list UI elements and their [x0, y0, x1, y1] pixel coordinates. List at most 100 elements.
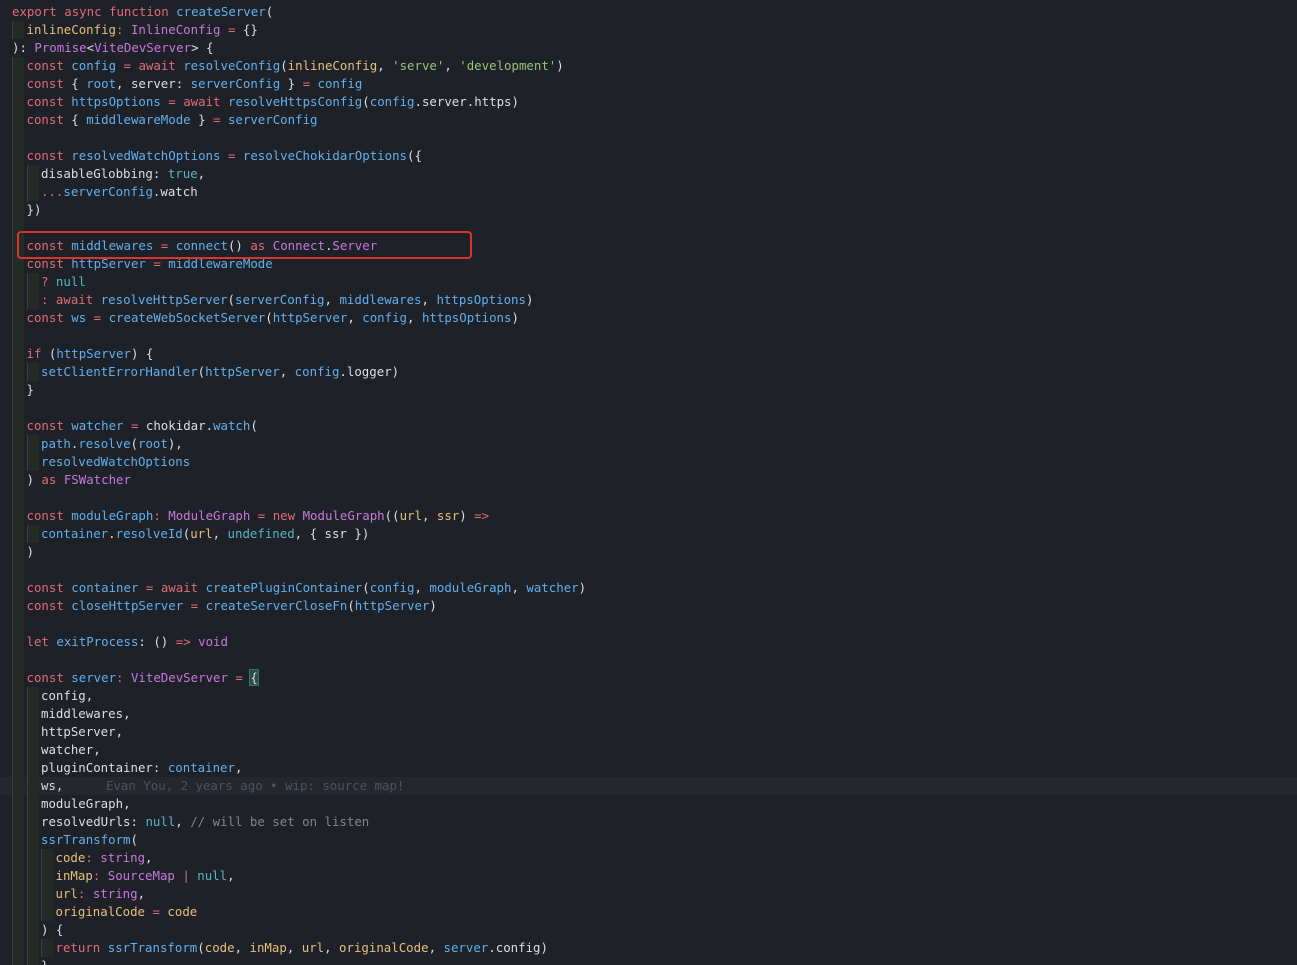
code-line[interactable]: const server: ViteDevServer = {	[0, 669, 1297, 687]
code-line[interactable]	[0, 489, 1297, 507]
code-line[interactable]: middlewares,	[0, 705, 1297, 723]
code-token: :	[130, 814, 146, 829]
code-line[interactable]	[0, 219, 1297, 237]
code-text: setClientErrorHandler(httpServer, config…	[41, 363, 399, 381]
code-token: )	[511, 94, 519, 109]
code-token: (	[227, 292, 235, 307]
code-line[interactable]: const closeHttpServer = createServerClos…	[0, 597, 1297, 615]
code-line[interactable]	[0, 651, 1297, 669]
code-line[interactable]: container.resolveId(url, undefined, { ss…	[0, 525, 1297, 543]
code-token: code	[167, 904, 198, 919]
code-line[interactable]: )	[0, 543, 1297, 561]
code-line[interactable]: setClientErrorHandler(httpServer, config…	[0, 363, 1297, 381]
indent-guide	[12, 579, 24, 597]
code-line[interactable]: const resolvedWatchOptions = resolveChok…	[0, 147, 1297, 165]
code-token: ,	[279, 364, 295, 379]
code-text: ? null	[41, 273, 86, 291]
code-line[interactable]: ) as FSWatcher	[0, 471, 1297, 489]
code-line[interactable]: const config = await resolveConfig(inlin…	[0, 57, 1297, 75]
code-text: export async function createServer(	[12, 3, 273, 21]
code-token: moduleGraph	[41, 796, 124, 811]
code-line[interactable]	[0, 561, 1297, 579]
code-line[interactable]: const watcher = chokidar.watch(	[0, 417, 1297, 435]
code-line[interactable]: if (httpServer) {	[0, 345, 1297, 363]
code-token: moduleGraph	[71, 508, 154, 523]
code-token: (	[265, 310, 273, 325]
code-token: ,	[55, 778, 64, 793]
code-line[interactable]: inMap: SourceMap | null,	[0, 867, 1297, 885]
code-line[interactable]: const httpServer = middlewareMode	[0, 255, 1297, 273]
code-token: serverConfig	[235, 292, 325, 307]
code-line[interactable]: ...serverConfig.watch	[0, 183, 1297, 201]
code-token: const	[26, 58, 64, 73]
code-line[interactable]: const ws = createWebSocketServer(httpSer…	[0, 309, 1297, 327]
code-line[interactable]: disableGlobbing: true,	[0, 165, 1297, 183]
code-line[interactable]: ssrTransform(	[0, 831, 1297, 849]
indent-guide	[12, 399, 24, 417]
code-token: const	[26, 256, 64, 271]
code-text: url: string,	[56, 885, 146, 903]
code-text: const { middlewareMode } = serverConfig	[27, 111, 318, 129]
code-line[interactable]: moduleGraph,	[0, 795, 1297, 813]
code-line[interactable]: originalCode = code	[0, 903, 1297, 921]
code-token: > {	[191, 40, 214, 55]
code-line[interactable]: ? null	[0, 273, 1297, 291]
code-line[interactable]: code: string,	[0, 849, 1297, 867]
code-editor[interactable]: export async function createServer(inlin…	[0, 0, 1297, 965]
indent-guide	[26, 525, 39, 543]
code-line[interactable]: url: string,	[0, 885, 1297, 903]
code-token: .	[488, 940, 496, 955]
code-line[interactable]: ) {	[0, 921, 1297, 939]
code-line[interactable]: const { middlewareMode } = serverConfig	[0, 111, 1297, 129]
code-line[interactable]: },	[0, 957, 1297, 965]
code-token: :	[175, 76, 191, 91]
code-line[interactable]	[0, 615, 1297, 633]
code-line[interactable]: })	[0, 201, 1297, 219]
code-token: ,	[234, 760, 243, 775]
indent-guide	[26, 957, 39, 965]
code-line[interactable]: config,	[0, 687, 1297, 705]
indent-guide	[26, 741, 39, 759]
code-token: const	[26, 580, 64, 595]
code-line[interactable]: resolvedUrls: null, // will be set on li…	[0, 813, 1297, 831]
code-line[interactable]: pluginContainer: container,	[0, 759, 1297, 777]
code-token: createServer	[176, 4, 266, 19]
code-text: ): Promise<ViteDevServer> {	[12, 39, 213, 57]
code-text: const container = await createPluginCont…	[27, 579, 587, 597]
code-line[interactable]: : await resolveHttpServer(serverConfig, …	[0, 291, 1297, 309]
code-line[interactable]: resolvedWatchOptions	[0, 453, 1297, 471]
code-token: ModuleGraph	[302, 508, 385, 523]
code-line[interactable]: return ssrTransform(code, inMap, url, or…	[0, 939, 1297, 957]
code-line[interactable]: export async function createServer(	[0, 3, 1297, 21]
indent-guide	[12, 885, 24, 903]
code-line[interactable]: }	[0, 381, 1297, 399]
code-line[interactable]: path.resolve(root),	[0, 435, 1297, 453]
code-text: ) {	[41, 921, 63, 939]
code-token: ws	[41, 778, 56, 793]
code-line[interactable]: const httpsOptions = await resolveHttpsC…	[0, 93, 1297, 111]
code-token: ,	[347, 310, 363, 325]
code-token: serverConfig	[227, 112, 318, 127]
code-token: })	[26, 202, 42, 217]
code-line[interactable]	[0, 327, 1297, 345]
code-line[interactable]: const middlewares = connect() as Connect…	[0, 237, 1297, 255]
code-line[interactable]: watcher,	[0, 741, 1297, 759]
code-line[interactable]: httpServer,	[0, 723, 1297, 741]
indent-guide	[26, 291, 39, 309]
code-text: const httpServer = middlewareMode	[27, 255, 273, 273]
code-line[interactable]: ws, Evan You, 2 years ago • wip: source m…	[0, 777, 1297, 795]
code-line[interactable]: let exitProcess: () => void	[0, 633, 1297, 651]
code-text: resolvedUrls: null, // will be set on li…	[41, 813, 369, 831]
code-token: null	[145, 814, 176, 829]
code-text: )	[27, 543, 34, 561]
code-line[interactable]: const { root, server: serverConfig } = c…	[0, 75, 1297, 93]
code-token: url	[190, 526, 213, 541]
code-line[interactable]: const moduleGraph: ModuleGraph = new Mod…	[0, 507, 1297, 525]
code-line[interactable]: ): Promise<ViteDevServer> {	[0, 39, 1297, 57]
code-token: originalCode	[55, 904, 146, 919]
code-line[interactable]: const container = await createPluginCont…	[0, 579, 1297, 597]
code-line[interactable]: inlineConfig: InlineConfig = {}	[0, 21, 1297, 39]
code-line[interactable]	[0, 129, 1297, 147]
code-line[interactable]	[0, 399, 1297, 417]
code-token: =>	[474, 508, 490, 523]
